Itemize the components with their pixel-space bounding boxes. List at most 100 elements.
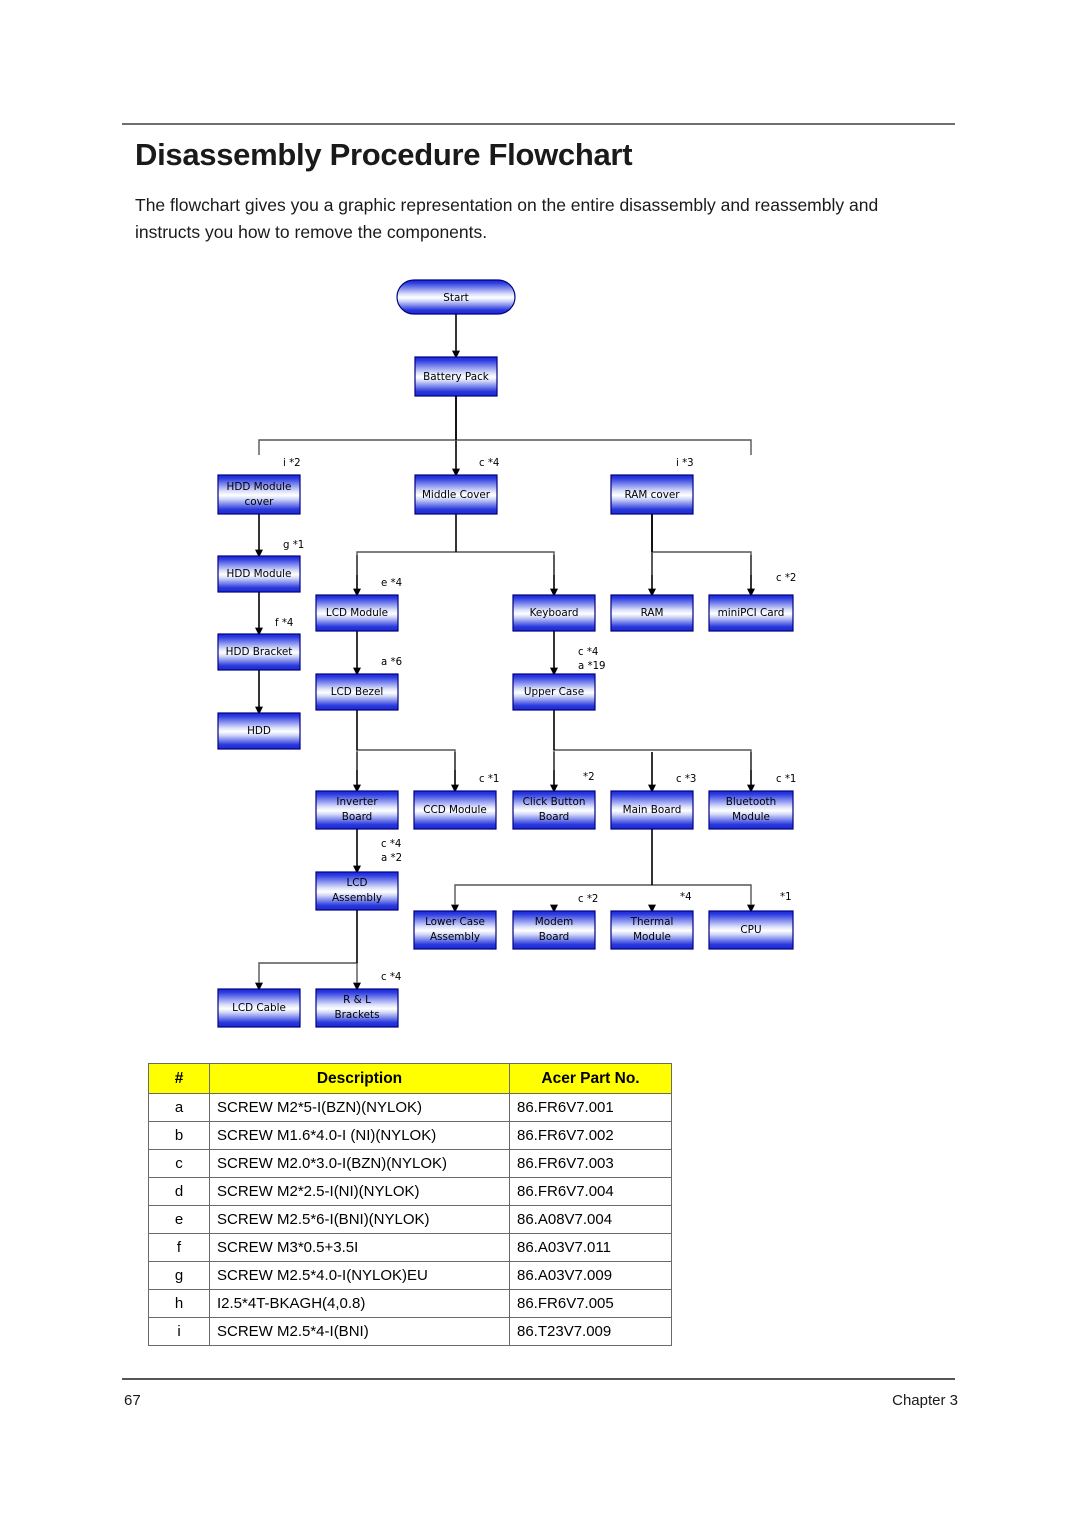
node-hdd: HDD [217,712,301,750]
node-bluetooth-module: Bluetooth Module [708,790,794,830]
node-ram: RAM [610,594,694,632]
bus-battery-covers [258,439,752,455]
node-hdd-module-label: HDD Module [227,568,292,580]
node-hdd-module-cover-label1: HDD Module [227,481,292,493]
edge-label-upper-case-2: a *19 [578,661,606,672]
node-inverter-board: Inverter Board [315,790,399,830]
node-hdd-bracket: HDD Bracket [217,633,301,671]
table-row: g SCREW M2.5*4.0-I(NYLOK)EU 86.A03V7.009 [148,1261,672,1290]
cell-description: SCREW M2.5*4.0-I(NYLOK)EU [209,1261,510,1290]
node-click-button-board-label2: Board [539,811,570,823]
footer-divider [122,1378,955,1380]
bus-mainboard-children [454,884,752,905]
node-lcd-assembly-label1: LCD [346,877,367,889]
node-rl-brackets-label2: Brackets [334,1009,379,1021]
node-cpu: CPU [708,910,794,950]
table-row: c SCREW M2.0*3.0-I(BZN)(NYLOK) 86.FR6V7.… [148,1149,672,1178]
node-lcd-cable-label: LCD Cable [232,1002,286,1014]
node-thermal-module-label2: Module [633,931,671,943]
table-header-number: # [148,1063,210,1094]
edge-label-ram-cover: i *3 [676,458,694,469]
node-click-button-board-label1: Click Button [523,796,586,808]
cell-part-no: 86.FR6V7.004 [509,1177,672,1206]
node-modem-board: Modem Board [512,910,596,950]
edge-label-middle-cover: c *4 [479,458,499,469]
footer-chapter: Chapter 3 [892,1392,958,1409]
node-bluetooth-module-label2: Module [732,811,770,823]
node-ram-label: RAM [641,607,664,619]
node-middle-cover-label: Middle Cover [422,489,491,501]
cell-part-no: 86.T23V7.009 [509,1317,672,1346]
node-lower-case-assembly: Lower Case Assembly [413,910,497,950]
footer-page-number: 67 [124,1392,141,1409]
bus-middlecover-children [356,551,555,575]
cell-number: a [148,1093,210,1122]
node-hdd-module: HDD Module [217,555,301,593]
cell-number: b [148,1121,210,1150]
cell-part-no: 86.A08V7.004 [509,1205,672,1234]
cell-description: SCREW M2*2.5-I(NI)(NYLOK) [209,1177,510,1206]
node-hdd-bracket-label: HDD Bracket [226,646,293,658]
node-lcd-cable: LCD Cable [217,988,301,1028]
table-row: b SCREW M1.6*4.0-I (NI)(NYLOK) 86.FR6V7.… [148,1121,672,1150]
cell-description: SCREW M2*5-I(BZN)(NYLOK) [209,1093,510,1122]
node-main-board: Main Board [610,790,694,830]
table-header-row: # Description Acer Part No. [148,1063,672,1094]
node-hdd-module-cover: HDD Module cover [217,474,301,515]
cell-part-no: 86.FR6V7.003 [509,1149,672,1178]
node-ram-cover-label: RAM cover [624,489,680,501]
bus-lcdbezel-children [356,749,456,770]
bus-lcdassembly-children [258,962,358,983]
cell-part-no: 86.FR6V7.002 [509,1121,672,1150]
cell-number: g [148,1261,210,1290]
node-click-button-board: Click Button Board [512,790,596,830]
edge-label-lcd-assembly-2: a *2 [381,853,402,864]
node-ram-cover: RAM cover [610,474,694,515]
node-hdd-label: HDD [247,725,271,737]
node-main-board-label: Main Board [623,804,682,816]
edge-label-cpu: *1 [780,892,792,903]
edge-label-lcd-assembly-1: c *4 [381,839,401,850]
edge-label-rl-brackets: c *4 [381,972,401,983]
cell-description: SCREW M2.0*3.0-I(BZN)(NYLOK) [209,1149,510,1178]
node-lcd-assembly-label2: Assembly [332,892,382,904]
node-middle-cover: Middle Cover [414,474,498,515]
cell-number: h [148,1289,210,1318]
node-rl-brackets-label1: R & L [343,994,371,1006]
node-start-label: Start [443,292,468,304]
node-start: Start [396,279,516,315]
node-minipci-card-label: miniPCI Card [718,607,785,619]
disassembly-flowchart: Start Battery Pack HDD Module cover Midd… [0,0,1080,1060]
edge-label-bluetooth-module: c *1 [776,774,796,785]
table-row: d SCREW M2*2.5-I(NI)(NYLOK) 86.FR6V7.004 [148,1177,672,1206]
parts-table: # Description Acer Part No. a SCREW M2*5… [148,1063,672,1346]
table-row: h I2.5*4T-BKAGH(4,0.8) 86.FR6V7.005 [148,1289,672,1318]
edge-label-lcd-module: e *4 [381,578,402,589]
table-row: a SCREW M2*5-I(BZN)(NYLOK) 86.FR6V7.001 [148,1093,672,1122]
cell-number: c [148,1149,210,1178]
cell-description: SCREW M2.5*4-I(BNI) [209,1317,510,1346]
table-row: i SCREW M2.5*4-I(BNI) 86.T23V7.009 [148,1317,672,1346]
edge-label-modem-board: c *2 [578,894,598,905]
node-lcd-bezel-label: LCD Bezel [331,686,384,698]
node-lcd-module: LCD Module [315,594,399,632]
node-lower-case-assembly-label2: Assembly [430,931,480,943]
cell-part-no: 86.A03V7.011 [509,1233,672,1262]
edge-label-minipci-card: c *2 [776,573,796,584]
node-bluetooth-module-label1: Bluetooth [726,796,776,808]
node-hdd-module-cover-label2: cover [245,496,275,508]
node-upper-case: Upper Case [512,673,596,711]
node-lower-case-assembly-label1: Lower Case [425,916,485,928]
node-thermal-module: Thermal Module [610,910,694,950]
node-modem-board-label1: Modem [535,916,573,928]
edge-label-upper-case-1: c *4 [578,647,598,658]
cell-number: e [148,1205,210,1234]
node-lcd-module-label: LCD Module [326,607,388,619]
cell-number: f [148,1233,210,1262]
node-lcd-assembly: LCD Assembly [315,871,399,911]
node-minipci-card: miniPCI Card [708,594,794,632]
node-thermal-module-label1: Thermal [630,916,674,928]
cell-part-no: 86.FR6V7.005 [509,1289,672,1318]
node-lcd-bezel: LCD Bezel [315,673,399,711]
edge-label-hdd-bracket: f *4 [275,618,293,629]
